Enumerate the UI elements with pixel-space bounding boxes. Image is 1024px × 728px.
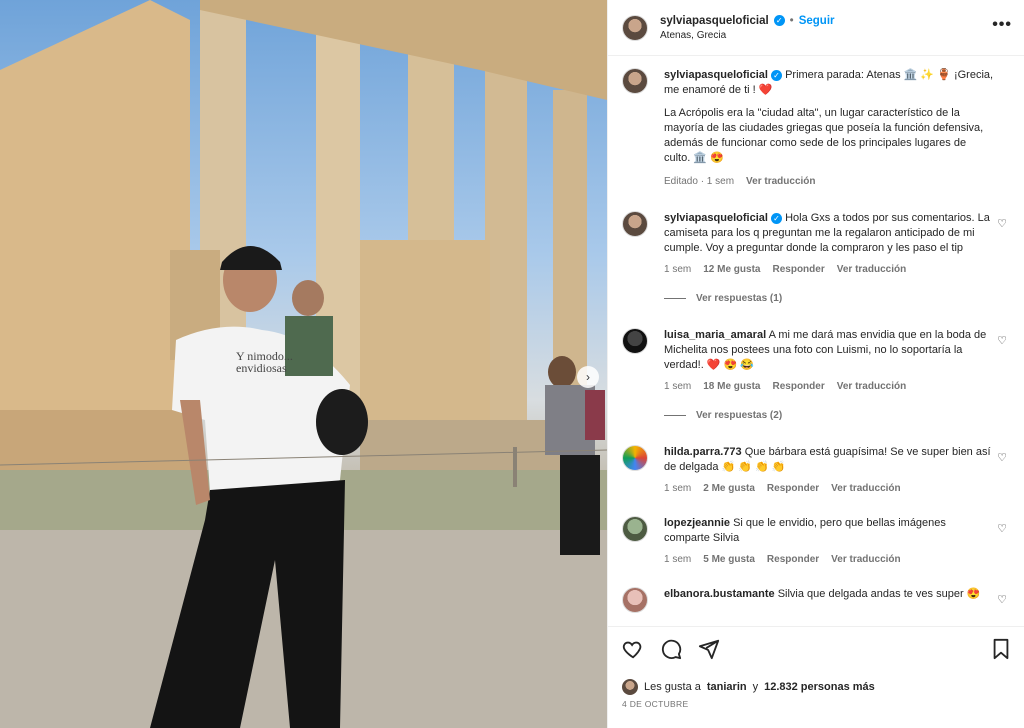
likes-prefix: Les gusta a — [644, 681, 701, 693]
caption: sylviapasqueloficial ✓ Primera parada: A… — [622, 68, 1011, 189]
comment-time: 1 sem — [664, 264, 692, 275]
comment-like-heart-icon[interactable]: ♡ — [997, 593, 1007, 606]
reply-button[interactable]: Responder — [772, 262, 824, 277]
likes-count[interactable]: 12.832 personas más — [764, 681, 875, 693]
post-header: sylviapasqueloficial ✓ • Seguir Atenas, … — [608, 0, 1024, 56]
avatar[interactable] — [622, 68, 648, 94]
view-replies-label: Ver respuestas (2) — [696, 410, 783, 421]
comment-like-heart-icon[interactable]: ♡ — [997, 334, 1007, 347]
edited-label: Editado · 1 sem — [664, 176, 735, 187]
like-heart-icon[interactable] — [622, 638, 644, 660]
comment-bubble-icon[interactable] — [660, 638, 682, 660]
comment-username[interactable]: sylviapasqueloficial — [664, 212, 768, 224]
likes-summary[interactable]: Les gusta a taniarin y 12.832 personas m… — [622, 679, 1011, 695]
save-bookmark-icon[interactable] — [991, 638, 1011, 660]
comment-time: 1 sem — [664, 381, 692, 392]
author-username[interactable]: sylviapasqueloficial — [660, 15, 769, 27]
post-photo[interactable]: Y nimodo... envidiosas › — [0, 0, 607, 728]
liker-avatar — [622, 679, 638, 695]
comment-item: hilda.parra.773 Que bárbara está guapísi… — [622, 445, 1011, 496]
replies-divider — [664, 415, 686, 416]
likes-mid: y — [752, 681, 759, 693]
post-date: 4 DE OCTUBRE — [622, 699, 689, 709]
comment-time: 1 sem — [664, 483, 692, 494]
more-options-icon[interactable]: ••• — [992, 16, 1012, 34]
comment-username[interactable]: luisa_maria_amaral — [664, 329, 766, 341]
reply-button[interactable]: Responder — [767, 481, 819, 496]
comments-list[interactable]: sylviapasqueloficial ✓ Primera parada: A… — [608, 56, 1024, 626]
translate-link[interactable]: Ver traducción — [746, 174, 815, 189]
comment-likes[interactable]: 2 Me gusta — [703, 481, 755, 496]
comment-username[interactable]: lopezjeannie — [664, 517, 730, 529]
comment-like-heart-icon[interactable]: ♡ — [997, 451, 1007, 464]
likes-user[interactable]: taniarin — [707, 681, 747, 693]
avatar[interactable] — [622, 328, 648, 354]
verified-badge-icon: ✓ — [771, 213, 782, 224]
location-link[interactable]: Atenas, Grecia — [660, 30, 835, 41]
comment-username[interactable]: elbanora.bustamante — [664, 588, 775, 600]
shirt-text-line-2: envidiosas — [236, 361, 287, 375]
comment-text: Silvia que delgada andas te ves super 😍 — [777, 588, 981, 600]
share-send-icon[interactable] — [698, 638, 720, 660]
verified-badge-icon: ✓ — [773, 15, 785, 26]
reply-button[interactable]: Responder — [767, 552, 819, 567]
verified-badge-icon: ✓ — [771, 70, 782, 81]
replies-divider — [664, 298, 686, 299]
comment-item: luisa_maria_amaral A mi me dará mas envi… — [622, 328, 1011, 423]
caption-username[interactable]: sylviapasqueloficial — [664, 69, 768, 81]
comment-like-heart-icon[interactable]: ♡ — [997, 522, 1007, 535]
avatar[interactable] — [622, 587, 648, 613]
comment-username[interactable]: hilda.parra.773 — [664, 446, 742, 458]
comment-item: sylviapasqueloficial ✓ Hola Gxs a todos … — [622, 211, 1011, 306]
post-actions: Les gusta a taniarin y 12.832 personas m… — [608, 626, 1024, 709]
avatar[interactable] — [622, 445, 648, 471]
translate-link[interactable]: Ver traducción — [831, 481, 900, 496]
avatar[interactable] — [622, 14, 648, 41]
view-replies-button[interactable]: Ver respuestas (1) — [664, 291, 994, 306]
comment-item: elbanora.bustamante Silvia que delgada a… — [622, 587, 1011, 613]
comment-item: lopezjeannie Si que le envidio, pero que… — [622, 516, 1011, 567]
comment-likes[interactable]: 18 Me gusta — [703, 379, 760, 394]
comment-likes[interactable]: 12 Me gusta — [703, 262, 760, 277]
view-replies-label: Ver respuestas (1) — [696, 293, 783, 304]
view-replies-button[interactable]: Ver respuestas (2) — [664, 408, 994, 423]
carousel-next-button[interactable]: › — [577, 366, 599, 388]
separator-dot: • — [789, 14, 794, 27]
caption-text-2: La Acrópolis era la "ciudad alta", un lu… — [664, 107, 984, 164]
translate-link[interactable]: Ver traducción — [837, 379, 906, 394]
reply-button[interactable]: Responder — [772, 379, 824, 394]
comment-time: 1 sem — [664, 554, 692, 565]
avatar[interactable] — [622, 516, 648, 542]
post-detail-panel: sylviapasqueloficial ✓ • Seguir Atenas, … — [607, 0, 1024, 728]
avatar[interactable] — [622, 211, 648, 237]
comment-likes[interactable]: 5 Me gusta — [703, 552, 755, 567]
follow-button[interactable]: Seguir — [799, 15, 835, 27]
translate-link[interactable]: Ver traducción — [837, 262, 906, 277]
comment-like-heart-icon[interactable]: ♡ — [997, 217, 1007, 230]
translate-link[interactable]: Ver traducción — [831, 552, 900, 567]
acropolis-photo: Y nimodo...envidiosas — [0, 0, 607, 728]
